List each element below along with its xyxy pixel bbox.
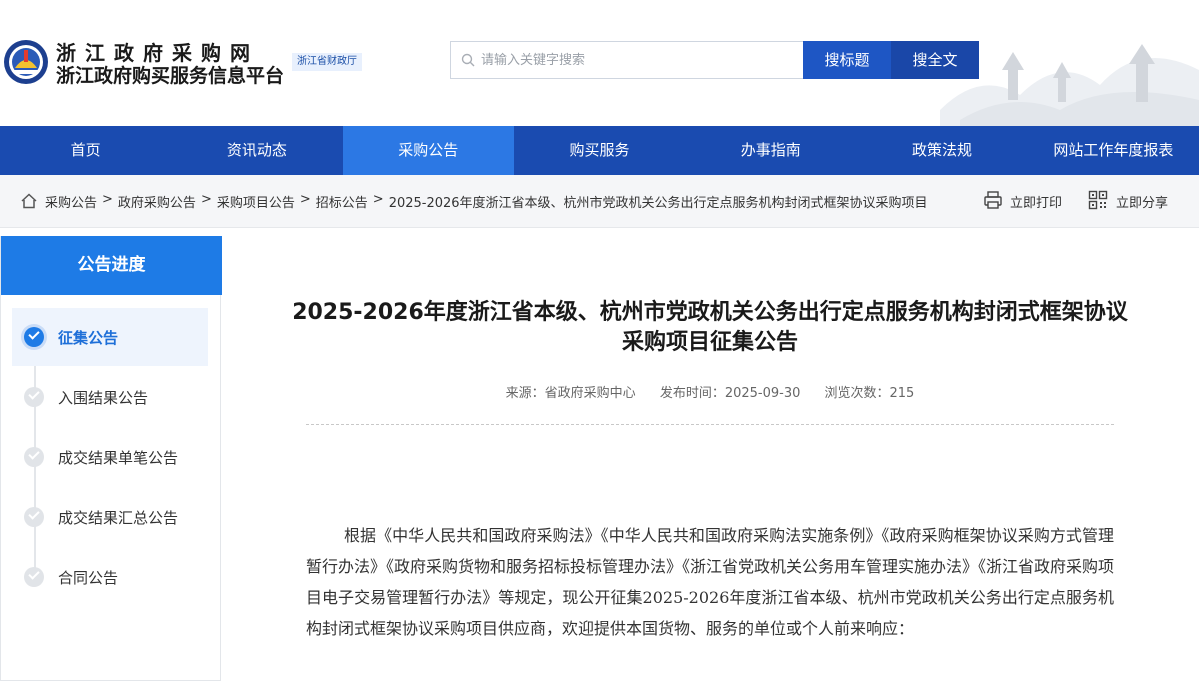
nav-item-policy[interactable]: 政策法规 xyxy=(856,126,1027,175)
home-icon[interactable] xyxy=(20,192,38,210)
progress-step-label: 成交结果汇总公告 xyxy=(58,509,179,527)
share-button[interactable]: 立即分享 xyxy=(1116,192,1168,211)
article-body: 根据《中华人民共和国政府采购法》《中华人民共和国政府采购法实施条例》《政府采购框… xyxy=(306,526,1115,638)
step-pending-icon xyxy=(24,447,44,467)
search-title-button[interactable]: 搜标题 xyxy=(803,41,891,79)
step-pending-icon xyxy=(24,567,44,587)
breadcrumb-separator: > xyxy=(372,192,384,207)
progress-step-label: 成交结果单笔公告 xyxy=(58,449,179,467)
progress-step-solicitation[interactable]: 征集公告 xyxy=(12,308,208,366)
breadcrumb-separator: > xyxy=(102,192,113,207)
article-meta: 来源：省政府采购中心 发布时间：2025-09-30 浏览次数：215 xyxy=(306,382,1114,401)
landscape-decoration xyxy=(940,44,1199,126)
progress-step-label: 征集公告 xyxy=(58,329,119,347)
print-button[interactable]: 立即打印 xyxy=(1010,192,1062,211)
breadcrumb-separator: > xyxy=(299,192,311,207)
step-done-icon xyxy=(24,327,44,347)
nav-item-home[interactable]: 首页 xyxy=(0,126,171,175)
nav-item-annual-report[interactable]: 网站工作年度报表 xyxy=(1028,126,1199,175)
step-pending-icon xyxy=(24,507,44,527)
step-pending-icon xyxy=(24,387,44,407)
article-publish-time: 发布时间：2025-09-30 xyxy=(659,386,801,401)
search-icon xyxy=(461,53,475,67)
breadcrumb-separator: > xyxy=(200,192,212,207)
search-input[interactable] xyxy=(481,42,801,78)
progress-step-label: 入围结果公告 xyxy=(58,389,149,407)
department-badge: 浙江省财政厅 xyxy=(292,53,362,71)
site-header: 浙江政府采购网 浙江政府购买服务信息平台 浙江省财政厅 搜标题 搜全文 xyxy=(0,0,1199,126)
article-view-count: 浏览次数：215 xyxy=(824,386,915,401)
nav-item-purchase-service[interactable]: 购买服务 xyxy=(514,126,685,175)
breadcrumb-item[interactable]: 采购项目公告 xyxy=(217,192,295,211)
government-emblem-logo-icon[interactable] xyxy=(2,38,50,86)
nav-item-guide[interactable]: 办事指南 xyxy=(685,126,856,175)
meta-divider xyxy=(306,424,1114,425)
qr-code-icon[interactable] xyxy=(1088,190,1108,210)
progress-step-shortlist-result[interactable]: 入围结果公告 xyxy=(12,368,208,426)
breadcrumb-item[interactable]: 政府采购公告 xyxy=(118,192,196,211)
article-source: 来源：省政府采购中心 xyxy=(505,386,636,401)
progress-step-deal-summary-result[interactable]: 成交结果汇总公告 xyxy=(12,488,208,546)
breadcrumb-current: 2025-2026年度浙江省本级、杭州市党政机关公务出行定点服务机构封闭式框架协… xyxy=(388,196,928,211)
breadcrumb-item[interactable]: 采购公告 xyxy=(45,192,97,211)
search-box xyxy=(450,41,804,79)
progress-step-contract[interactable]: 合同公告 xyxy=(12,548,208,606)
article-title: 2025-2026年度浙江省本级、杭州市党政机关公务出行定点服务机构封闭式框架协… xyxy=(292,300,1128,355)
nav-item-procurement-notice[interactable]: 采购公告 xyxy=(342,126,514,175)
breadcrumb: 采购公告 > 政府采购公告 > 采购项目公告 > 招标公告 > 2025-2026年度浙… xyxy=(45,192,928,211)
breadcrumb-item[interactable]: 招标公告 xyxy=(316,192,368,211)
nav-item-news[interactable]: 资讯动态 xyxy=(171,126,342,175)
main-nav: 首页 资讯动态 采购公告 购买服务 办事指南 政策法规 网站工作年度报表 xyxy=(0,126,1199,175)
printer-icon[interactable] xyxy=(983,190,1003,210)
progress-step-label: 合同公告 xyxy=(58,569,119,587)
platform-name[interactable]: 浙江政府购买服务信息平台 xyxy=(56,61,284,88)
sidebar-title: 公告进度 xyxy=(1,236,222,295)
progress-step-single-deal-result[interactable]: 成交结果单笔公告 xyxy=(12,428,208,486)
